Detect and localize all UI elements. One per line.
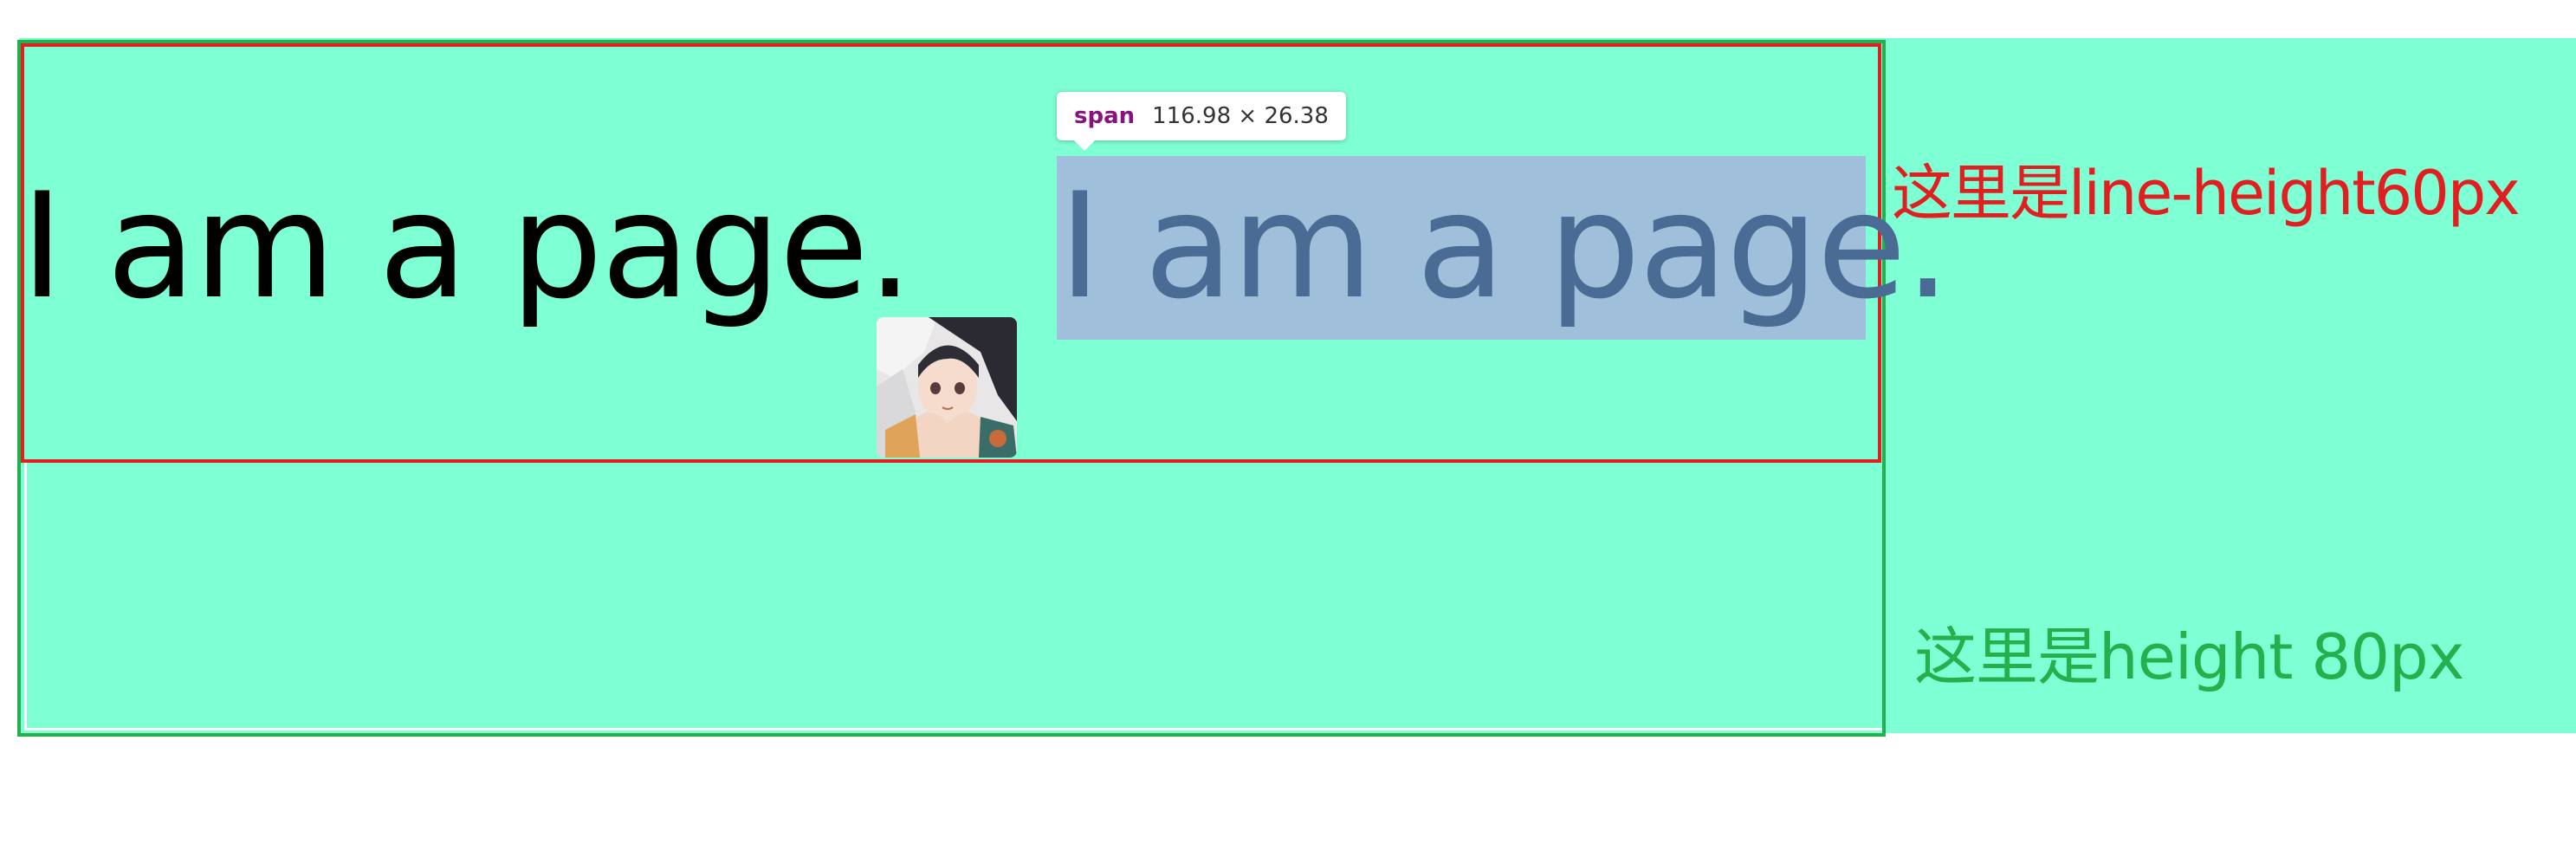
page-text-left: I am a page. <box>21 161 913 331</box>
anime-girl-avatar-icon <box>877 317 1017 458</box>
devtools-element-tooltip: span 116.98 × 26.38 <box>1057 92 1346 140</box>
avatar-image <box>877 317 1017 458</box>
tooltip-tag-name: span <box>1074 103 1136 129</box>
stage: I am a page. I am a page. span 116.98 × … <box>0 0 2576 864</box>
tooltip-dimensions: 116.98 × 26.38 <box>1152 103 1329 129</box>
page-text-right: I am a page. <box>1058 161 1951 331</box>
tooltip-arrow <box>1072 139 1097 151</box>
height-annotation: 这里是height 80px <box>1914 620 2464 693</box>
line-height-annotation: 这里是line-height60px <box>1892 158 2521 229</box>
